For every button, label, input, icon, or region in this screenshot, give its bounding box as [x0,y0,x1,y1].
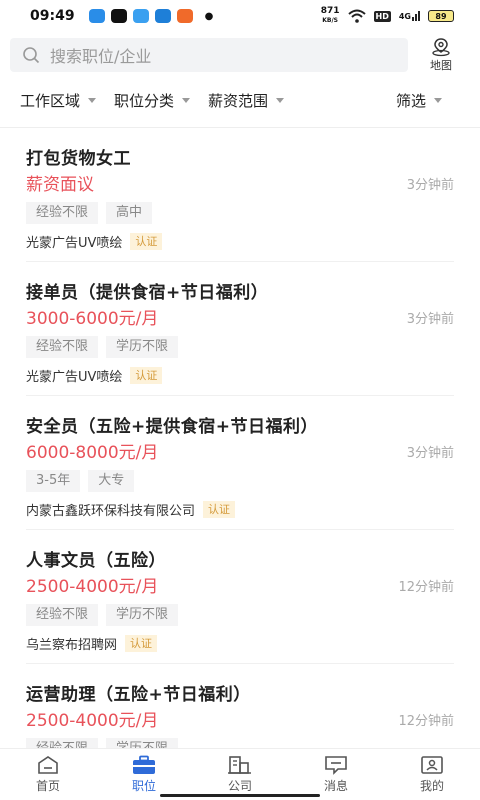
job-tag: 3-5年 [26,470,81,492]
search-placeholder: 搜索职位/企业 [50,47,152,66]
job-list: 打包货物女工 薪资面议 3分钟前 经验不限 高中 光蒙广告UV喷绘 认证 接单员… [0,128,480,798]
job-post-time: 3分钟前 [406,178,454,193]
nav-label: 消息 [323,779,348,793]
job-salary: 2500-4000元/月 [26,577,159,597]
job-tag: 经验不限 [26,202,99,224]
nav-label: 我的 [419,779,444,793]
job-title: 安全员（五险+提供食宿+节日福利） [26,417,318,437]
filter-label: 工作区域 [20,92,81,110]
nav-label: 首页 [35,779,60,793]
caret-down-icon [276,98,285,103]
company-row: 乌兰察布招聘网 认证 [26,634,454,653]
company-name: 乌兰察布招聘网 [26,638,118,653]
caret-down-icon [182,98,191,103]
briefcase-icon [133,755,155,774]
job-title: 打包货物女工 [26,149,131,169]
job-salary: 3000-6000元/月 [26,309,159,329]
job-tag: 大专 [88,470,135,492]
search-row: 搜索职位/企业 地图 [0,32,480,74]
job-card[interactable]: 人事文员（五险） 2500-4000元/月 12分钟前 经验不限 学历不限 乌兰… [26,530,454,664]
verified-badge: 认证 [130,233,163,250]
tiktok-icon [110,9,127,23]
status-time: 09:49 [30,8,75,24]
map-pin-icon [432,38,450,57]
net-speed-unit: KB/S [322,17,338,24]
message-icon [325,756,347,775]
filter-label: 薪资范围 [208,92,269,110]
building-icon [228,756,251,774]
verified-badge: 认证 [203,501,236,518]
app-notification-icon [154,9,171,23]
job-salary: 薪资面议 [26,175,94,195]
nav-profile[interactable]: 我的 [384,749,480,800]
status-indicators: 871 KB/S HD 4G 89 [321,7,454,25]
app-notification-icon [88,9,105,23]
job-tags: 经验不限 学历不限 [26,604,454,628]
job-tag: 学历不限 [106,604,179,626]
net-speed-value: 871 [320,6,340,16]
job-post-time: 3分钟前 [406,312,454,327]
job-title: 运营助理（五险+节日福利） [26,685,251,705]
filter-salary-range[interactable]: 薪资范围 [208,90,285,111]
net-speed: 871 KB/S [321,7,340,25]
nav-label: 职位 [131,779,156,793]
job-tags: 经验不限 学历不限 [26,336,454,360]
search-icon [23,47,40,64]
job-card[interactable]: 安全员（五险+提供食宿+节日福利） 6000-8000元/月 3分钟前 3-5年… [26,396,454,530]
search-input[interactable]: 搜索职位/企业 [10,38,408,72]
job-title: 接单员（提供食宿+节日福利） [26,283,269,303]
filter-bar: 工作区域 职位分类 薪资范围 筛选 [0,74,480,128]
company-name: 光蒙广告UV喷绘 [26,236,123,251]
company-row: 光蒙广告UV喷绘 认证 [26,366,454,385]
signal-icon: 4G [399,11,420,21]
bottom-nav: 首页 职位 公司 消息 我的 [0,748,480,800]
company-name: 光蒙广告UV喷绘 [26,370,123,385]
filter-more[interactable]: 筛选 [396,90,442,111]
job-tags: 经验不限 高中 [26,202,454,226]
nav-home[interactable]: 首页 [0,749,96,800]
more-dot-icon: ● [204,10,214,22]
verified-badge: 认证 [130,367,163,384]
job-tag: 学历不限 [106,336,179,358]
company-name: 内蒙古鑫跃环保科技有限公司 [26,504,196,519]
caret-down-icon [434,98,442,103]
filter-job-category[interactable]: 职位分类 [114,90,191,111]
nav-label: 公司 [227,779,252,793]
signal-label: 4G [398,12,411,21]
job-title: 人事文员（五险） [26,551,166,571]
hd-icon: HD [373,10,391,22]
job-salary: 6000-8000元/月 [26,443,159,463]
job-post-time: 3分钟前 [406,446,454,461]
job-tag: 经验不限 [26,604,99,626]
filter-work-area[interactable]: 工作区域 [20,90,97,111]
nav-jobs[interactable]: 职位 [96,749,192,800]
map-button[interactable]: 地图 [416,37,466,73]
map-label: 地图 [430,59,452,72]
job-card[interactable]: 打包货物女工 薪资面议 3分钟前 经验不限 高中 光蒙广告UV喷绘 认证 [26,128,454,262]
wifi-icon [347,9,366,23]
job-post-time: 12分钟前 [398,580,454,595]
company-row: 光蒙广告UV喷绘 认证 [26,232,454,251]
app-notification-icon [132,9,149,23]
filter-label: 筛选 [395,92,426,110]
job-tag: 高中 [106,202,153,224]
app-notification-icon [176,9,193,23]
home-indicator [160,794,320,797]
company-row: 内蒙古鑫跃环保科技有限公司 认证 [26,500,454,519]
job-tags: 3-5年 大专 [26,470,454,494]
home-icon [38,756,58,774]
notification-icons: ● [88,9,214,23]
verified-badge: 认证 [125,635,158,652]
nav-messages[interactable]: 消息 [288,749,384,800]
nav-company[interactable]: 公司 [192,749,288,800]
job-salary: 2500-4000元/月 [26,711,159,731]
caret-down-icon [88,98,97,103]
status-bar: 09:49 ● 871 KB/S HD 4G 89 [0,0,480,32]
profile-icon [421,756,443,774]
job-post-time: 12分钟前 [398,714,454,729]
filter-label: 职位分类 [114,92,175,110]
job-tag: 经验不限 [26,336,99,358]
job-card[interactable]: 接单员（提供食宿+节日福利） 3000-6000元/月 3分钟前 经验不限 学历… [26,262,454,396]
battery-icon: 89 [428,10,454,22]
